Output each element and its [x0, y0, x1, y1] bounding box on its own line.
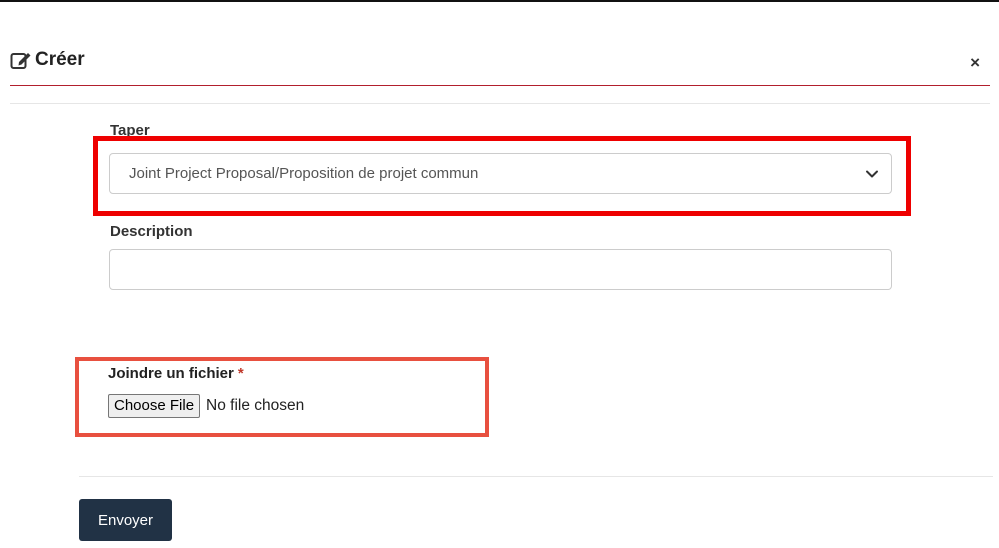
submit-button[interactable]: Envoyer — [79, 499, 172, 541]
modal-title-text: Créer — [35, 49, 85, 70]
modal-title: Créer — [10, 49, 85, 71]
type-label: Taper — [110, 122, 150, 138]
chevron-down-icon — [866, 170, 878, 178]
close-button[interactable]: × — [970, 54, 980, 71]
required-marker: * — [237, 365, 244, 382]
choose-file-button[interactable]: Choose File — [108, 394, 201, 418]
title-underline — [10, 85, 990, 86]
modal-header: Créer × — [10, 36, 990, 86]
file-status: No file chosen — [206, 397, 305, 414]
file-label-text: Joindre un fichier — [108, 365, 234, 382]
type-select-value: Joint Project Proposal/Proposition de pr… — [129, 165, 479, 182]
footer-divider — [79, 476, 993, 477]
header-divider — [10, 103, 990, 104]
file-input: Choose File No file chosen — [108, 394, 304, 418]
top-border — [0, 0, 999, 2]
edit-icon — [10, 53, 31, 69]
description-input[interactable] — [109, 249, 892, 290]
description-label: Description — [110, 223, 193, 240]
type-select[interactable]: Joint Project Proposal/Proposition de pr… — [109, 153, 892, 194]
file-label: Joindre un fichier * — [108, 365, 244, 382]
